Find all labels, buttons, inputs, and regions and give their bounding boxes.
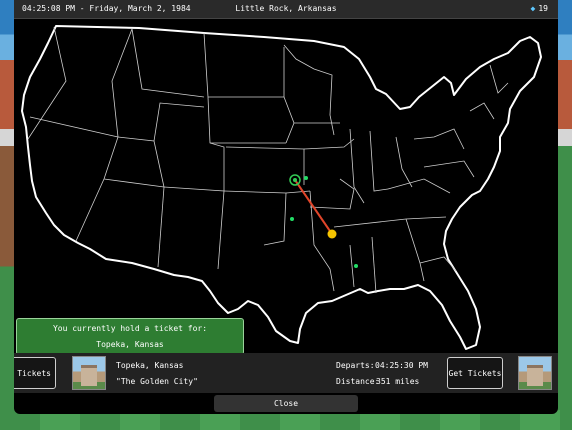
current-city-marker[interactable] — [327, 229, 337, 239]
diamond-icon: ◆ — [530, 4, 536, 13]
destination-city-nickname: "The Golden City" — [116, 377, 198, 386]
get-tickets-label: Get Tickets — [448, 369, 502, 378]
gem-counter: ◆ 19 — [531, 4, 548, 13]
departs-time: 04:25:30 PM — [375, 361, 428, 370]
held-ticket-destination: Topeka, Kansas — [96, 340, 164, 349]
destination-info-bar: t Tickets Topeka, Kansas "The Golden Cit… — [14, 353, 558, 393]
city-photo — [72, 356, 106, 390]
next-city-photo[interactable] — [518, 356, 552, 390]
gem-count: 19 — [538, 4, 548, 13]
departs-label: Departs: — [336, 361, 375, 370]
distance-label: Distance: — [336, 377, 380, 386]
previous-get-tickets-button[interactable]: t Tickets — [14, 357, 56, 389]
status-bar: 04:25:08 PM - Friday, March 2, 1984 Litt… — [14, 0, 558, 19]
held-ticket-title: You currently hold a ticket for: — [52, 324, 208, 333]
distance-value: 351 miles — [376, 377, 420, 386]
city-dot[interactable] — [290, 217, 294, 221]
travel-map-window: 04:25:08 PM - Friday, March 2, 1984 Litt… — [14, 0, 558, 414]
previous-button-label: t Tickets — [14, 369, 51, 378]
destination-city-name: Topeka, Kansas — [116, 361, 184, 370]
current-location: Little Rock, Arkansas — [235, 4, 337, 13]
background-scene-right — [556, 0, 572, 430]
get-tickets-button[interactable]: Get Tickets — [447, 357, 503, 389]
city-dot[interactable] — [354, 264, 358, 268]
city-dot[interactable] — [304, 176, 308, 180]
held-ticket-panel: You currently hold a ticket for: Topeka,… — [16, 318, 244, 355]
usa-map[interactable] — [14, 19, 558, 352]
close-button[interactable]: Close — [214, 395, 358, 412]
